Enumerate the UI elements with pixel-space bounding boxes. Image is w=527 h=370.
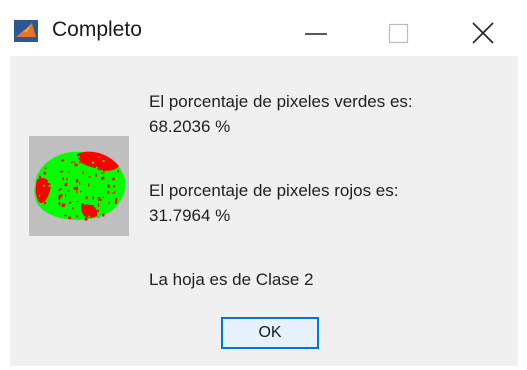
matlab-icon <box>14 20 38 42</box>
class-result-text: La hoja es de Clase 2 <box>149 270 314 289</box>
title-bar[interactable]: Completo <box>0 0 527 56</box>
close-icon <box>472 22 494 44</box>
dialog-window: Completo El porcentaje de pixeles verdes… <box>0 0 527 370</box>
maximize-icon <box>388 23 409 44</box>
window-title: Completo <box>52 18 142 41</box>
green-percentage-value: 68.2036 % <box>149 117 231 136</box>
minimize-icon <box>305 33 327 35</box>
dialog-content: El porcentaje de pixeles verdes es: 68.2… <box>10 56 518 366</box>
leaf-segmentation-image <box>29 136 129 236</box>
red-percentage-value: 31.7964 % <box>149 206 231 225</box>
green-percentage-label: El porcentaje de pixeles verdes es: <box>149 92 413 111</box>
red-percentage-label: El porcentaje de pixeles rojos es: <box>149 181 399 200</box>
ok-button[interactable]: OK <box>221 317 319 349</box>
close-button[interactable] <box>462 6 506 50</box>
minimize-button[interactable] <box>296 6 340 50</box>
maximize-button[interactable] <box>375 6 419 50</box>
